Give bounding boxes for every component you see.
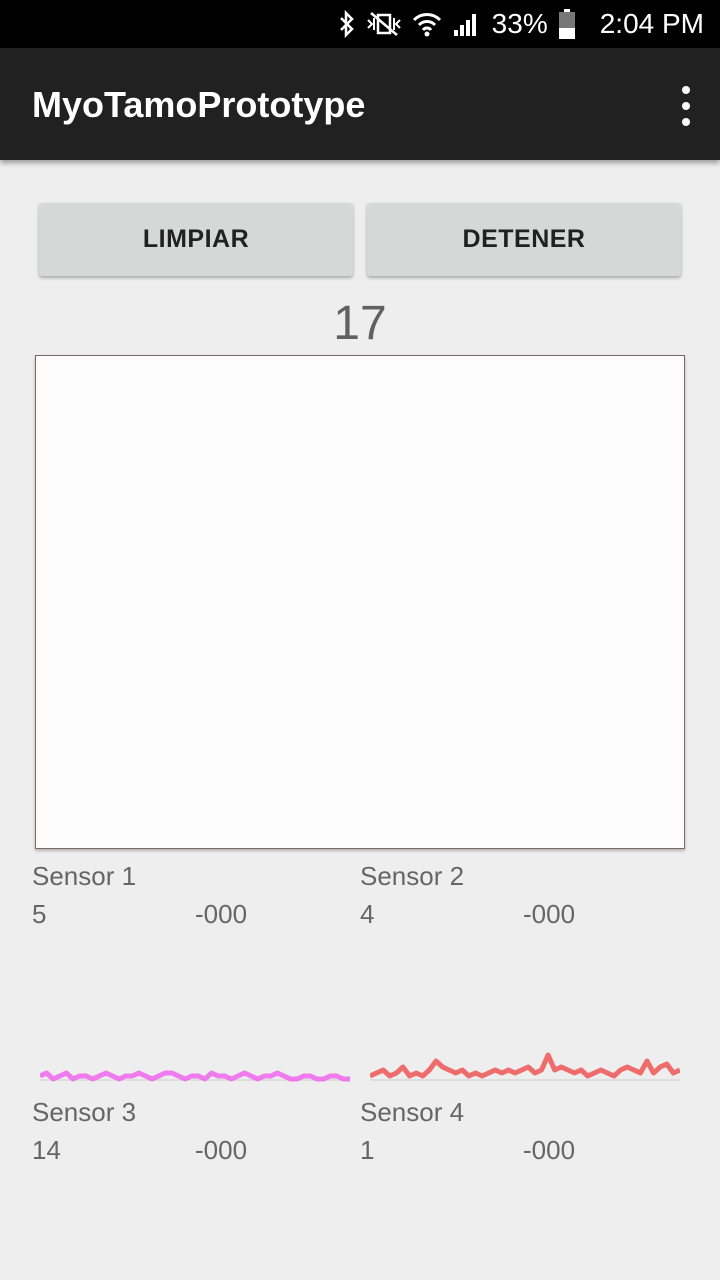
app-title: MyoTamoPrototype bbox=[32, 84, 366, 125]
sensor-3-value: 14 bbox=[32, 1135, 61, 1165]
wifi-icon bbox=[412, 13, 441, 37]
sensor-3-label: Sensor 3 bbox=[32, 1097, 137, 1127]
bluetooth-icon bbox=[339, 10, 354, 38]
battery-percent: 33% bbox=[491, 8, 548, 39]
battery-icon bbox=[558, 9, 575, 39]
sensor-1-label: Sensor 1 bbox=[32, 861, 137, 891]
counter-value: 17 bbox=[333, 297, 387, 350]
sensor-4-reading: -000 bbox=[523, 1135, 576, 1165]
signal-icon bbox=[453, 14, 476, 36]
sensor-3-chart bbox=[40, 1070, 350, 1082]
vibrate-mute-icon bbox=[366, 12, 401, 36]
drawing-canvas[interactable] bbox=[35, 355, 685, 849]
sensor-3-reading: -000 bbox=[195, 1135, 248, 1165]
sensor-4-value: 1 bbox=[360, 1135, 375, 1165]
sensor-1-reading: -000 bbox=[195, 899, 248, 929]
stop-button[interactable]: DETENER bbox=[367, 203, 681, 276]
sensor-4-label: Sensor 4 bbox=[360, 1097, 465, 1127]
sensor-2-reading: -000 bbox=[523, 899, 576, 929]
clear-button[interactable]: LIMPIAR bbox=[39, 203, 353, 276]
app-bar: MyoTamoPrototype bbox=[0, 48, 720, 160]
status-bar: 33% 2:04 PM bbox=[0, 0, 720, 48]
sensor-3-series-line bbox=[40, 1070, 350, 1082]
more-vert-icon[interactable] bbox=[678, 86, 694, 126]
sensor-4-series-line bbox=[370, 1052, 680, 1079]
sensor-4-chart bbox=[370, 1052, 680, 1081]
sensor-2-label: Sensor 2 bbox=[360, 861, 465, 891]
sensor-2-value: 4 bbox=[360, 899, 375, 929]
sensor-1-value: 5 bbox=[32, 899, 47, 929]
clock: 2:04 PM bbox=[599, 8, 704, 39]
